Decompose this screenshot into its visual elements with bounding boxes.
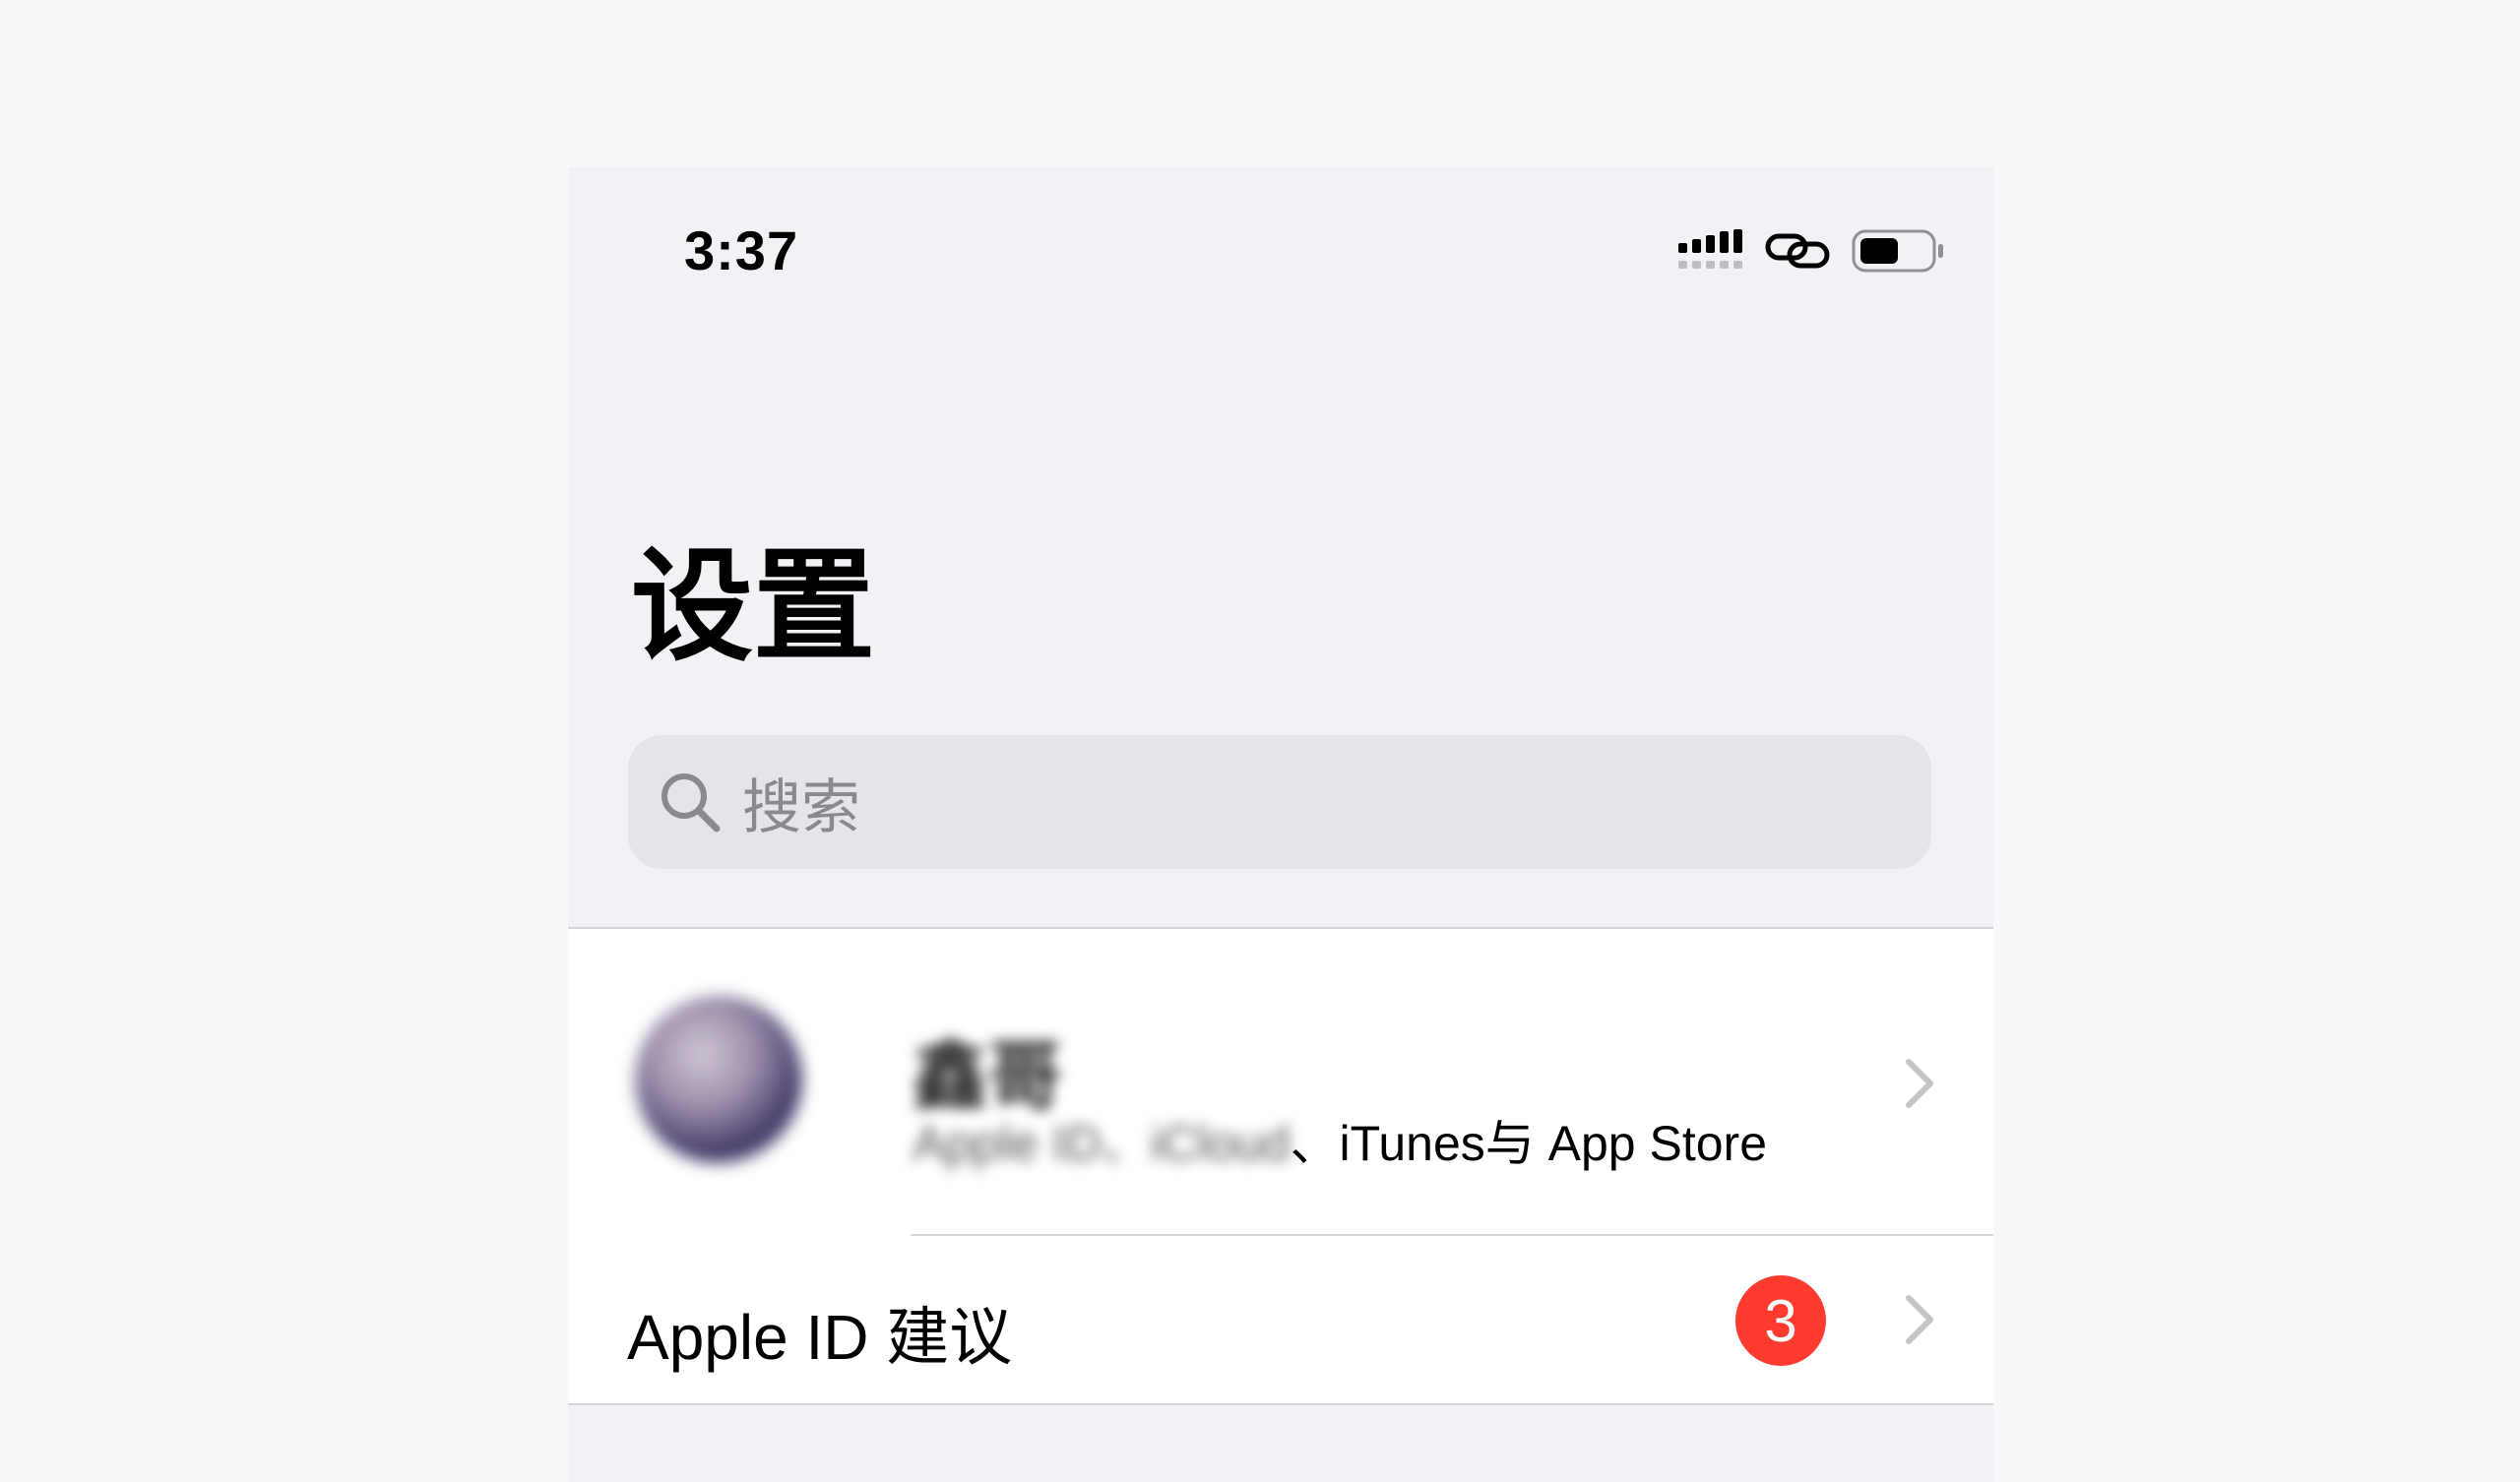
- profile-subtitle-blurred: Apple ID、iCloud: [913, 1116, 1291, 1171]
- search-bar[interactable]: 搜索: [628, 735, 1931, 869]
- page-title: 设置: [631, 539, 876, 675]
- battery-icon: [1852, 229, 1943, 273]
- apple-id-suggestions-label: Apple ID 建议: [627, 1302, 1013, 1373]
- avatar: [635, 996, 802, 1163]
- apple-id-suggestions-row[interactable]: Apple ID 建议 3: [568, 1236, 1993, 1403]
- search-placeholder: 搜索: [742, 773, 860, 840]
- apple-id-profile-row[interactable]: 鑫哥 Apple ID、iCloud、iTunes与 App Store: [568, 929, 1993, 1236]
- account-group: 鑫哥 Apple ID、iCloud、iTunes与 App Store App…: [568, 927, 1993, 1405]
- profile-subtitle-visible: iTunes与 App Store: [1339, 1116, 1768, 1171]
- notification-badge: 3: [1735, 1275, 1826, 1366]
- status-icons: [1678, 228, 1944, 274]
- chevron-right-icon: [1906, 1295, 1933, 1344]
- profile-subtitle: Apple ID、iCloud、iTunes与 App Store: [913, 1104, 1767, 1175]
- settings-screen: 3:37 设置 搜索 鑫哥 Apple ID、iCloud、iTunes与 Ap…: [568, 167, 1993, 1482]
- status-bar: 3:37: [568, 167, 1993, 344]
- search-icon: [658, 770, 723, 834]
- cellular-signal-icon: [1678, 229, 1742, 269]
- chevron-right-icon: [1906, 1059, 1933, 1108]
- status-time: 3:37: [684, 219, 799, 281]
- profile-subtitle-separator: 、: [1290, 1116, 1340, 1171]
- personal-hotspot-link-icon: [1765, 233, 1830, 269]
